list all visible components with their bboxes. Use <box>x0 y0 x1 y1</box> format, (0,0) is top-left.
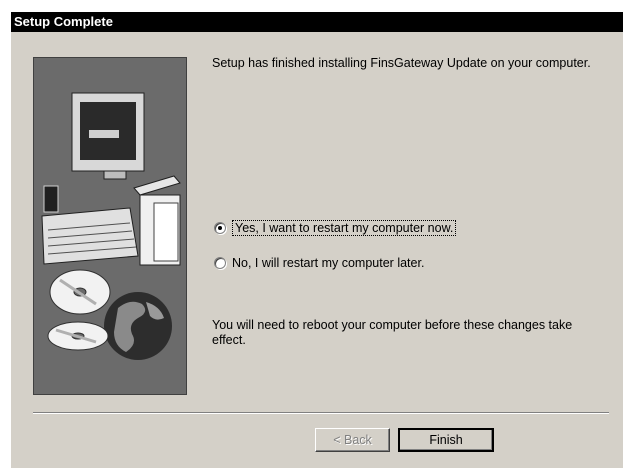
button-divider <box>33 412 609 414</box>
restart-later-label[interactable]: No, I will restart my computer later. <box>232 256 424 270</box>
restart-now-option[interactable]: Yes, I want to restart my computer now. <box>214 220 457 236</box>
title-bar: Setup Complete <box>11 12 623 32</box>
reboot-notice: You will need to reboot your computer be… <box>212 318 573 347</box>
restart-later-radio[interactable] <box>214 257 226 269</box>
cd-disc-icon <box>47 269 111 351</box>
setup-illustration <box>33 57 187 395</box>
setup-window: Setup Complete Setup has finished instal… <box>11 12 623 468</box>
restart-now-radio[interactable] <box>214 222 226 234</box>
finish-button[interactable]: Finish <box>398 428 494 452</box>
keyboard-icon <box>41 185 139 265</box>
restart-later-option[interactable]: No, I will restart my computer later. <box>214 256 424 270</box>
computer-tower-icon <box>133 175 181 266</box>
computer-monitor-icon <box>71 92 145 180</box>
setup-finished-message: Setup has finished installing FinsGatewa… <box>212 56 591 70</box>
back-button[interactable]: < Back <box>315 428 390 452</box>
globe-icon <box>104 292 172 360</box>
restart-now-label[interactable]: Yes, I want to restart my computer now. <box>232 220 457 236</box>
